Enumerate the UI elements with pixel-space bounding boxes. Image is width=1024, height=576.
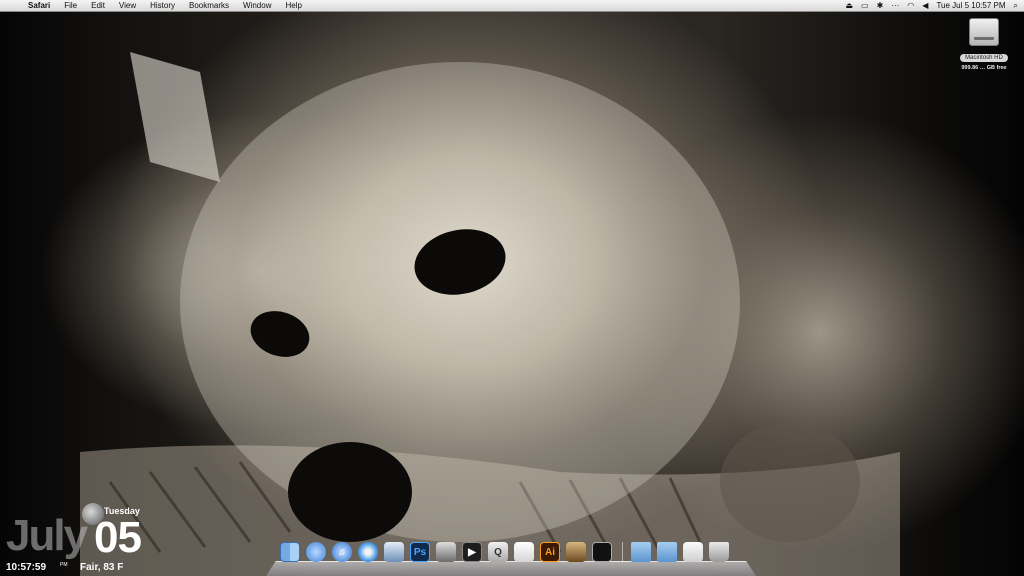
date-time-widget[interactable]: Tuesday July 05 10:57:59 PM Fair, 83 F: [4, 500, 164, 576]
photoshop-icon[interactable]: Ps: [410, 542, 430, 562]
wifi-icon[interactable]: ◠: [907, 0, 914, 12]
volume-icon[interactable]: ◀: [922, 0, 928, 12]
widget-ampm: PM: [60, 562, 68, 568]
preview-icon[interactable]: [384, 542, 404, 562]
activity-monitor-icon[interactable]: [592, 542, 612, 562]
bluetooth-icon[interactable]: ✱: [877, 0, 884, 12]
hard-drive-icon[interactable]: [969, 18, 999, 46]
widget-weather: Fair, 83 F: [80, 562, 124, 573]
ichat-icon[interactable]: [306, 542, 326, 562]
illustrator-icon[interactable]: Ai: [540, 542, 560, 562]
safari-icon[interactable]: [358, 542, 378, 562]
documents-folder-icon[interactable]: [657, 542, 677, 562]
itunes-icon[interactable]: ♫: [332, 542, 352, 562]
menu-bar: Safari File Edit View History Bookmarks …: [0, 0, 1024, 12]
mail-icon[interactable]: [683, 542, 703, 562]
spotlight-icon[interactable]: ⌕: [1014, 0, 1018, 12]
desktop-wallpaper: [0, 12, 1024, 576]
dock-icons: ♫ Ps ▶ Q Ai: [280, 542, 735, 562]
menu-help[interactable]: Help: [285, 0, 301, 12]
disk-name-label: Macintosh HD: [960, 54, 1008, 62]
script-editor-icon[interactable]: [436, 542, 456, 562]
menu-bookmarks[interactable]: Bookmarks: [189, 0, 229, 12]
applications-folder-icon[interactable]: [631, 542, 651, 562]
desktop-disk-icon[interactable]: Macintosh HD 999.86 … GB free: [952, 18, 1016, 71]
menu-safari[interactable]: Safari: [28, 0, 50, 12]
menu-file[interactable]: File: [64, 0, 77, 12]
dock-separator: [622, 542, 623, 562]
finder-icon[interactable]: [280, 542, 300, 562]
battery-icon[interactable]: ▭: [861, 0, 869, 12]
quicktime-icon[interactable]: Q: [488, 542, 508, 562]
ical-icon[interactable]: [514, 542, 534, 562]
menu-history[interactable]: History: [150, 0, 175, 12]
menu-window[interactable]: Window: [243, 0, 271, 12]
dots-icon[interactable]: ···: [891, 0, 899, 12]
menu-edit[interactable]: Edit: [91, 0, 105, 12]
dvd-player-icon[interactable]: ▶: [462, 542, 482, 562]
iphoto-icon[interactable]: [566, 542, 586, 562]
menu-extras: ⏏ ▭ ✱ ··· ◠ ◀ Tue Jul 5 10:57 PM ⌕: [837, 0, 1018, 12]
disk-free-label: 999.86 … GB free: [961, 65, 1007, 71]
widget-month: July: [6, 511, 88, 560]
widget-day: 05: [94, 513, 142, 562]
dock-shelf: [266, 561, 756, 576]
widget-time: 10:57:59: [6, 562, 47, 573]
dog-photo-sepia: [80, 52, 900, 576]
dock: ♫ Ps ▶ Q Ai: [266, 540, 756, 576]
trash-icon[interactable]: [709, 542, 729, 562]
menu-clock[interactable]: Tue Jul 5 10:57 PM: [936, 0, 1005, 12]
menu-view[interactable]: View: [119, 0, 136, 12]
eject-icon[interactable]: ⏏: [845, 0, 853, 12]
